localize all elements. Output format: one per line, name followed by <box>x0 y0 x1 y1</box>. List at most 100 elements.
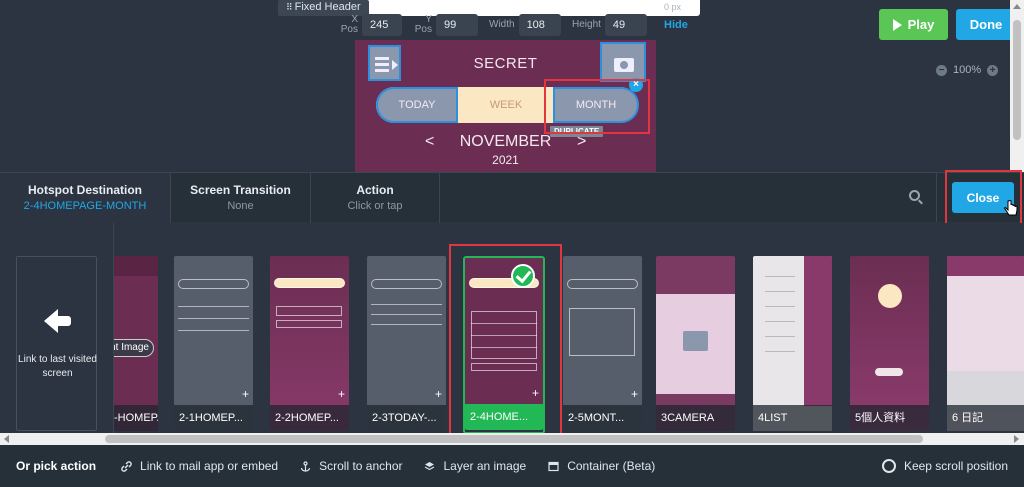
thumb-header <box>114 256 158 276</box>
y-pos-label: Y Pos <box>414 14 432 35</box>
radio-icon <box>881 459 896 473</box>
thumb-line <box>371 314 442 315</box>
thumb-tabs <box>274 278 345 288</box>
scrollbar-thumb[interactable] <box>105 435 923 443</box>
play-icon <box>892 18 902 31</box>
month-highlight-box <box>544 79 650 134</box>
scroll-right-icon[interactable] <box>1014 435 1019 443</box>
today-hotspot[interactable]: TODAY <box>376 87 458 123</box>
grip-icon: ⠿ <box>286 2 293 12</box>
back-arrow-icon <box>44 309 58 333</box>
or-pick-label: Or pick action <box>16 459 97 473</box>
y-pos-input[interactable]: 99 <box>436 14 478 36</box>
keep-scroll-toggle[interactable]: Keep scroll position <box>881 459 1008 473</box>
screen-thumbnail[interactable]: 4LIST <box>753 256 832 431</box>
screen-thumbnail[interactable]: 6 日記 <box>947 256 1024 431</box>
y-position-group: Y Pos 99 <box>414 14 478 36</box>
layer-image-action[interactable]: Layer an image <box>424 459 526 473</box>
height-label: Height <box>572 19 601 30</box>
screen-thumbnail[interactable]: 2-2HOMEP... + <box>270 256 349 431</box>
tab-title: Screen Transition <box>190 183 291 197</box>
done-button[interactable]: Done <box>956 9 1016 40</box>
canvas-month: NOVEMBER <box>459 133 552 150</box>
canvas-year: 2021 <box>492 153 519 167</box>
screen-thumbnail[interactable]: 3CAMERA <box>656 256 735 431</box>
tab-subtitle: Click or tap <box>347 200 403 212</box>
scrollbar-thumb[interactable] <box>1013 20 1021 140</box>
image-icon <box>683 331 708 351</box>
prototype-editor: ⠿ Fixed Header 0 px X Pos 245 Y Pos 99 Wi… <box>0 0 1024 487</box>
link-last-screen-card[interactable]: Link to last visited screen <box>16 256 97 431</box>
horizontal-scrollbar[interactable] <box>0 433 1024 445</box>
menu-hotspot[interactable] <box>368 45 401 81</box>
thumb-tabs <box>371 279 442 289</box>
link-mail-action[interactable]: Link to mail app or embed <box>121 459 278 473</box>
scroll-up-icon[interactable] <box>1013 4 1021 9</box>
menu-icon-bar <box>375 63 389 66</box>
x-pos-label: X Pos <box>340 14 358 35</box>
thumb-line <box>178 306 249 307</box>
hotspot-tabbar: Hotspot Destination 2-4HOMEPAGE-MONTH Sc… <box>0 172 1024 223</box>
screen-thumbnail[interactable]: 2-3TODAY-... + <box>367 256 446 431</box>
thumb-header <box>947 256 1024 276</box>
zoom-in-icon[interactable]: + <box>987 64 999 76</box>
tab-screen-transition[interactable]: Screen Transition None <box>171 173 310 223</box>
thumb-tabs <box>567 279 638 289</box>
scroll-anchor-action[interactable]: Scroll to anchor <box>300 459 402 473</box>
tab-separator <box>439 173 440 223</box>
search-icon[interactable] <box>909 190 920 201</box>
thumb-line <box>371 304 442 305</box>
height-input[interactable]: 49 <box>604 14 647 36</box>
zoom-level: 100% <box>953 64 982 76</box>
width-input[interactable]: 108 <box>518 14 561 36</box>
ghost-value: 0 px <box>664 2 682 12</box>
add-icon: + <box>434 387 442 401</box>
screen-thumbnail[interactable]: 5個人資料 <box>850 256 929 431</box>
camera-lens <box>620 61 628 69</box>
play-button[interactable]: Play <box>879 9 948 40</box>
zoom-control: − 100% + <box>936 64 999 76</box>
add-icon: + <box>630 387 638 401</box>
height-group: Height 49 <box>572 14 647 36</box>
scroll-left-icon[interactable] <box>4 435 9 443</box>
keep-scroll-label: Keep scroll position <box>903 459 1008 473</box>
screen-label: 2-3TODAY-... <box>367 405 446 431</box>
tab-action[interactable]: Action Click or tap <box>311 173 439 223</box>
layers-icon <box>424 461 435 472</box>
anchor-icon <box>300 460 311 472</box>
width-group: Width 108 <box>489 14 561 36</box>
thumb-calendar-grid <box>569 308 635 356</box>
thumb-side-panel <box>804 256 832 406</box>
screen-thumbnail[interactable]: 2-5MONT... + <box>563 256 642 431</box>
camera-hotspot[interactable] <box>600 42 646 82</box>
vertical-scrollbar[interactable] <box>1010 0 1024 172</box>
thumb-box <box>276 320 342 328</box>
tab-title: Hotspot Destination <box>28 183 142 197</box>
tab-hotspot-destination[interactable]: Hotspot Destination 2-4HOMEPAGE-MONTH <box>0 173 170 223</box>
screen-label: 6 日記 <box>947 405 1024 431</box>
x-pos-input[interactable]: 245 <box>362 14 402 36</box>
container-label: Container (Beta) <box>567 459 656 473</box>
thumb-line <box>178 330 249 331</box>
scroll-anchor-label: Scroll to anchor <box>319 459 403 473</box>
hide-link[interactable]: Hide <box>664 19 688 31</box>
link-mail-label: Link to mail app or embed <box>140 459 279 473</box>
screen-label: 2-5MONT... <box>563 405 642 431</box>
editor-top-area: ⠿ Fixed Header 0 px X Pos 245 Y Pos 99 Wi… <box>0 0 1024 172</box>
screen-thumbnail[interactable]: nt Image -HOMEPA... <box>114 256 158 431</box>
layer-image-label: Layer an image <box>443 459 527 473</box>
tab-subtitle: None <box>227 200 254 212</box>
screen-label: 2-2HOMEP... <box>270 405 349 431</box>
arrow-right-icon <box>392 60 398 70</box>
thumb-tabs <box>178 279 249 289</box>
thumb-line <box>765 291 795 292</box>
container-action[interactable]: Container (Beta) <box>548 459 655 473</box>
link-icon <box>121 460 132 472</box>
fixed-header-text: Fixed Header <box>294 1 361 13</box>
thumb-line <box>178 318 249 319</box>
menu-icon-bar <box>375 69 389 72</box>
screen-thumbnail[interactable]: 2-1HOMEP... + <box>174 256 253 431</box>
week-tab: WEEK <box>489 99 523 111</box>
thumb-box <box>276 306 342 316</box>
zoom-out-icon[interactable]: − <box>936 64 947 76</box>
